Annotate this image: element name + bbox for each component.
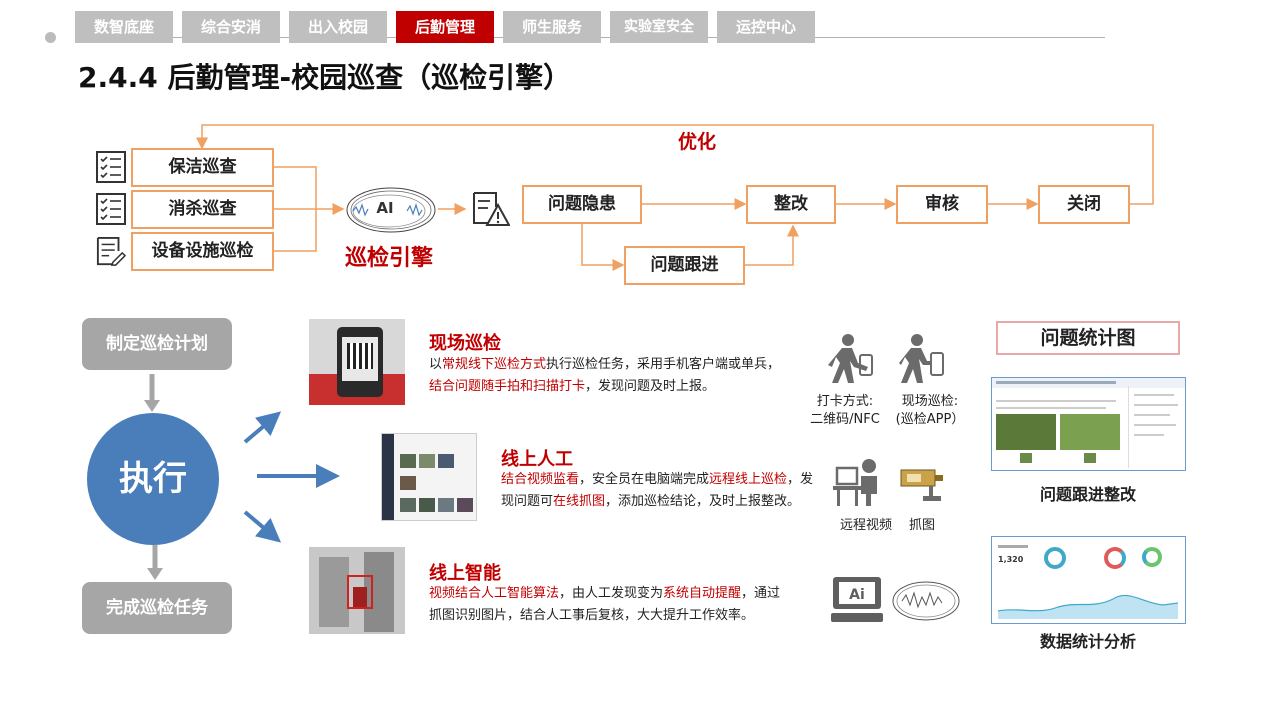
online-ai-title: 线上智能	[429, 563, 501, 584]
camera-capture-icon	[900, 469, 943, 501]
issue-tracking-caption: 问题跟进整改	[1039, 485, 1136, 504]
complete-box: 完成巡检任务	[82, 582, 232, 634]
onsite-photo	[309, 319, 405, 405]
person-checkin-icon	[828, 334, 873, 383]
onsite-desc: 以常规线下巡检方式执行巡检任务，采用手机客户端或单兵， 结合问题随手拍和扫描打卡，…	[429, 357, 781, 394]
ai-wave-icon	[892, 581, 960, 621]
data-dashboard-screenshot: 1,320	[991, 536, 1186, 624]
ai-computer-icon: Ai	[831, 577, 883, 622]
engine-label: 巡检引擎	[345, 246, 434, 271]
onsite-app-caption: 现场巡检: (巡检APP）	[895, 394, 965, 427]
execute-circle: 执行	[87, 413, 219, 545]
remote-video-caption: 远程视频	[839, 518, 892, 533]
flow-cleaning-inspection: 保洁巡查	[131, 148, 274, 187]
flow-rectify: 整改	[746, 185, 836, 224]
issue-tracking-screenshot	[991, 377, 1186, 471]
data-analysis-caption: 数据统计分析	[1039, 632, 1136, 651]
person-onsite-icon	[899, 334, 944, 383]
optimize-label: 优化	[678, 131, 717, 153]
remote-video-icon	[833, 459, 877, 506]
flow-issue: 问题隐患	[522, 185, 642, 224]
ai-detection-photo	[309, 547, 405, 634]
warning-document-icon	[473, 192, 510, 226]
online-manual-desc: 结合视频监看，安全员在电脑端完成远程线上巡检，发现问题可在线抓图，添加巡检结论，…	[501, 472, 814, 509]
online-manual-title: 线上人工	[501, 449, 573, 470]
svg-text:Ai: Ai	[849, 587, 865, 603]
capture-caption: 抓图	[908, 518, 935, 533]
flow-track: 问题跟进	[624, 246, 745, 285]
flow-close: 关闭	[1038, 185, 1130, 224]
plan-box: 制定巡检计划	[82, 318, 232, 370]
checklist-icon	[96, 151, 126, 183]
checkin-caption: 打卡方式: 二维码/NFC	[810, 394, 880, 427]
onsite-title: 现场巡检	[429, 333, 501, 354]
engine-ai-text: AI	[376, 199, 394, 217]
online-ai-desc: 视频结合人工智能算法，由人工发现变为系统自动提醒，通过抓图识别图片，结合人工事后…	[429, 586, 781, 623]
dashboard-value: 1,320	[998, 555, 1024, 564]
video-monitor-screenshot	[381, 433, 477, 521]
document-edit-icon	[96, 236, 126, 266]
flow-equipment-inspection: 设备设施巡检	[131, 232, 274, 271]
stat-title-box: 问题统计图	[996, 321, 1180, 355]
flow-disinfection-inspection: 消杀巡查	[131, 190, 274, 229]
flow-review: 审核	[896, 185, 988, 224]
checklist-icon	[96, 193, 126, 225]
